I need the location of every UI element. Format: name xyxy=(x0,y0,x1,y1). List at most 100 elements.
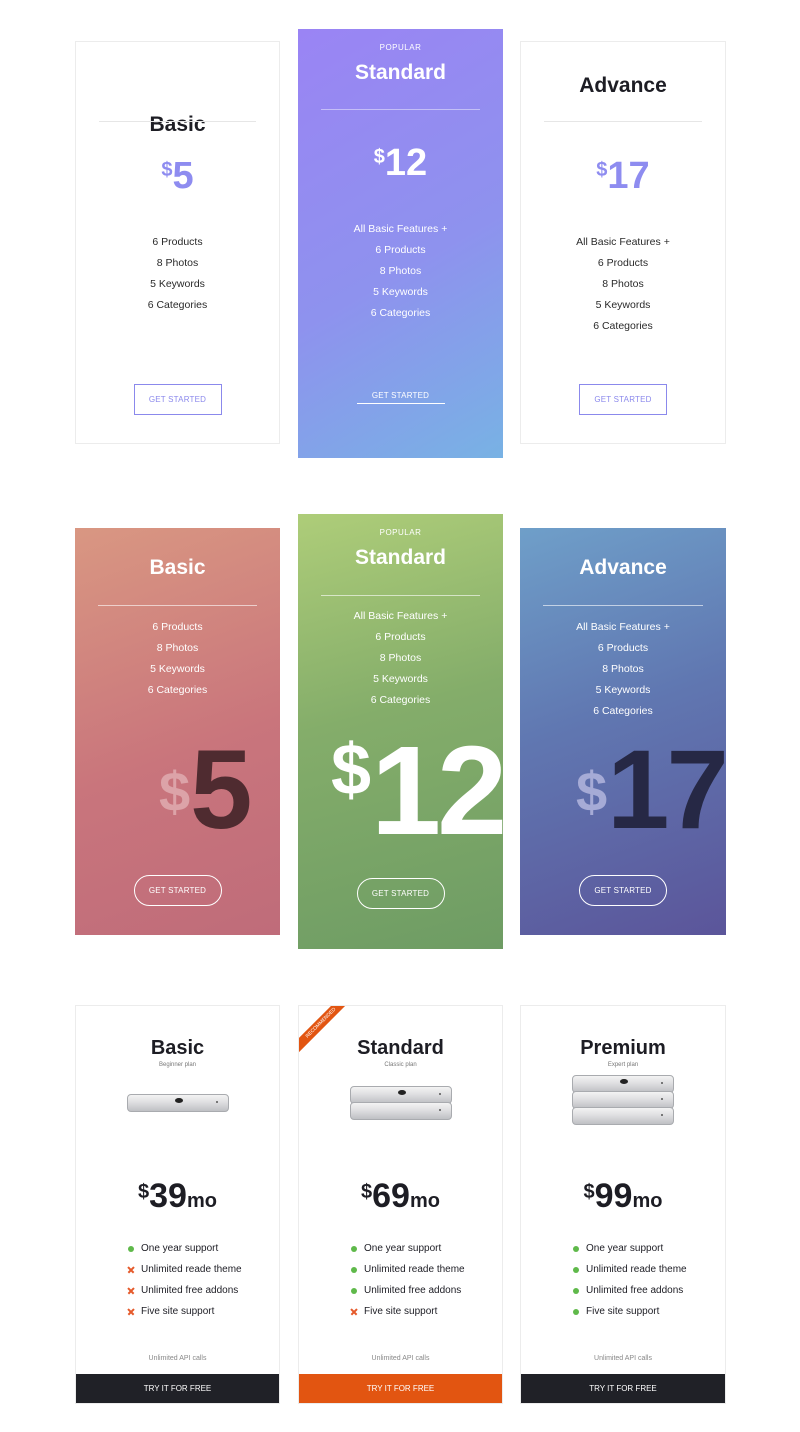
get-started-button[interactable]: GET STARTED xyxy=(579,875,667,906)
feature-item: All Basic Features + xyxy=(576,236,670,248)
get-started-button[interactable]: GET STARTED xyxy=(579,384,667,415)
feature-item: 8 Photos xyxy=(602,663,644,675)
check-icon xyxy=(573,1287,579,1294)
feature-item: 6 Categories xyxy=(147,684,208,696)
feature-item: 5 Keywords xyxy=(150,278,205,290)
currency-symbol: $ xyxy=(583,1181,595,1203)
s2-advance-card: Advance All Basic Features + 6 Products … xyxy=(520,528,726,935)
feature-item: Unlimited free addons xyxy=(351,1280,465,1301)
price-amount: 12 xyxy=(384,142,428,184)
feature-item: 5 Keywords xyxy=(595,299,651,311)
feature-item: One year support xyxy=(128,1238,242,1259)
try-free-button[interactable]: TRY IT FOR FREE xyxy=(76,1374,279,1403)
feature-item: 5 Keywords xyxy=(373,286,428,298)
feature-item: All Basic Features + xyxy=(576,621,670,633)
plan-price: $17 xyxy=(521,155,725,198)
feature-item: Unlimited reade theme xyxy=(128,1259,242,1280)
check-icon xyxy=(351,1266,357,1273)
feature-item: 8 Photos xyxy=(379,652,422,664)
cross-icon xyxy=(128,1309,134,1315)
feature-item: 6 Products xyxy=(152,236,203,248)
feature-text: Unlimited free addons xyxy=(141,1285,239,1296)
feature-text: Five site support xyxy=(364,1306,438,1317)
check-icon xyxy=(573,1266,579,1273)
feature-item: Unlimited free addons xyxy=(128,1280,242,1301)
feature-item: All Basic Features + xyxy=(353,610,448,622)
plan-subtitle: Expert plan xyxy=(607,1062,639,1068)
get-started-button[interactable]: GET STARTED xyxy=(133,384,222,415)
mac-mini-image xyxy=(126,1094,229,1112)
feature-item: 5 Keywords xyxy=(595,684,651,696)
s2-standard-card: POPULAR Standard All Basic Features + 6 … xyxy=(298,514,503,949)
try-free-button[interactable]: TRY IT FOR FREE xyxy=(299,1374,502,1403)
feature-item: 6 Categories xyxy=(147,299,208,311)
plan-title: Standard xyxy=(354,546,446,569)
feature-item: 8 Photos xyxy=(602,278,644,290)
divider xyxy=(321,109,480,110)
feature-item: 6 Categories xyxy=(370,694,431,706)
feature-item: Unlimited free addons xyxy=(573,1280,687,1301)
s1-advance-card: Advance $17 All Basic Features + 6 Produ… xyxy=(520,41,726,444)
plan-price: $69mo xyxy=(299,1177,502,1216)
get-started-button[interactable]: GET STARTED xyxy=(356,388,445,404)
s3-premium-card: Premium Expert plan $99mo One year suppo… xyxy=(520,1005,726,1404)
plan-title: Basic xyxy=(149,556,206,579)
feature-item: 5 Keywords xyxy=(150,663,205,675)
plan-title: Standard xyxy=(354,61,446,84)
get-started-button[interactable]: GET STARTED xyxy=(133,875,222,906)
feature-list: All Basic Features + 6 Products 8 Photos… xyxy=(298,606,503,711)
price-period: mo xyxy=(409,1190,440,1212)
s1-standard-card: POPULAR Standard $12 All Basic Features … xyxy=(298,29,503,458)
currency-symbol: $ xyxy=(576,760,608,823)
currency-symbol: $ xyxy=(596,159,608,181)
feature-text: One year support xyxy=(586,1243,664,1254)
feature-item: 6 Products xyxy=(375,244,426,256)
price-amount: 5 xyxy=(172,155,194,197)
plan-title: Premium xyxy=(580,1037,666,1059)
api-note: Unlimited API calls xyxy=(594,1355,652,1362)
feature-text: Unlimited reade theme xyxy=(141,1264,242,1275)
cross-icon xyxy=(128,1288,134,1294)
s3-basic-card: Basic Beginner plan $39mo One year suppo… xyxy=(75,1005,280,1404)
feature-item: One year support xyxy=(351,1238,465,1259)
price-amount: 17 xyxy=(607,727,726,852)
plan-price: $5 xyxy=(159,734,252,846)
feature-list: One year support Unlimited reade theme U… xyxy=(351,1238,465,1322)
divider xyxy=(321,595,480,596)
feature-text: Unlimited reade theme xyxy=(364,1264,465,1275)
price-period: mo xyxy=(186,1190,217,1212)
plan-price: $12 xyxy=(298,142,503,185)
mac-mini-stack-image xyxy=(349,1086,452,1120)
feature-text: Unlimited free addons xyxy=(364,1285,462,1296)
get-started-button[interactable]: GET STARTED xyxy=(356,878,445,909)
feature-text: Five site support xyxy=(141,1306,215,1317)
feature-text: One year support xyxy=(141,1243,219,1254)
popular-badge: POPULAR xyxy=(379,528,422,537)
s2-basic-card: Basic 6 Products 8 Photos 5 Keywords 6 C… xyxy=(75,528,280,935)
feature-item: Five site support xyxy=(573,1301,687,1322)
feature-item: 6 Categories xyxy=(593,320,653,332)
popular-badge: POPULAR xyxy=(379,43,422,52)
feature-item: 8 Photos xyxy=(156,257,199,269)
price-amount: 17 xyxy=(607,155,650,197)
cross-icon xyxy=(351,1309,357,1315)
s3-standard-card: RECOMMENDED Standard Classic plan $69mo … xyxy=(298,1005,503,1404)
plan-price: $5 xyxy=(76,155,279,198)
price-amount: 39 xyxy=(149,1177,187,1215)
check-icon xyxy=(351,1287,357,1294)
currency-symbol: $ xyxy=(161,159,173,181)
feature-item: 6 Products xyxy=(597,257,649,269)
currency-symbol: $ xyxy=(361,1181,373,1203)
divider xyxy=(543,605,703,606)
divider xyxy=(544,121,702,122)
currency-symbol: $ xyxy=(331,730,372,810)
feature-text: One year support xyxy=(364,1243,442,1254)
s1-basic-card: Basic $5 6 Products 8 Photos 5 Keywords … xyxy=(75,41,280,444)
try-free-button[interactable]: TRY IT FOR FREE xyxy=(521,1374,725,1403)
feature-item: One year support xyxy=(573,1238,687,1259)
plan-price: $99mo xyxy=(521,1177,725,1216)
api-note: Unlimited API calls xyxy=(148,1355,207,1362)
divider xyxy=(99,121,256,122)
feature-item: 5 Keywords xyxy=(373,673,428,685)
divider xyxy=(98,605,257,606)
